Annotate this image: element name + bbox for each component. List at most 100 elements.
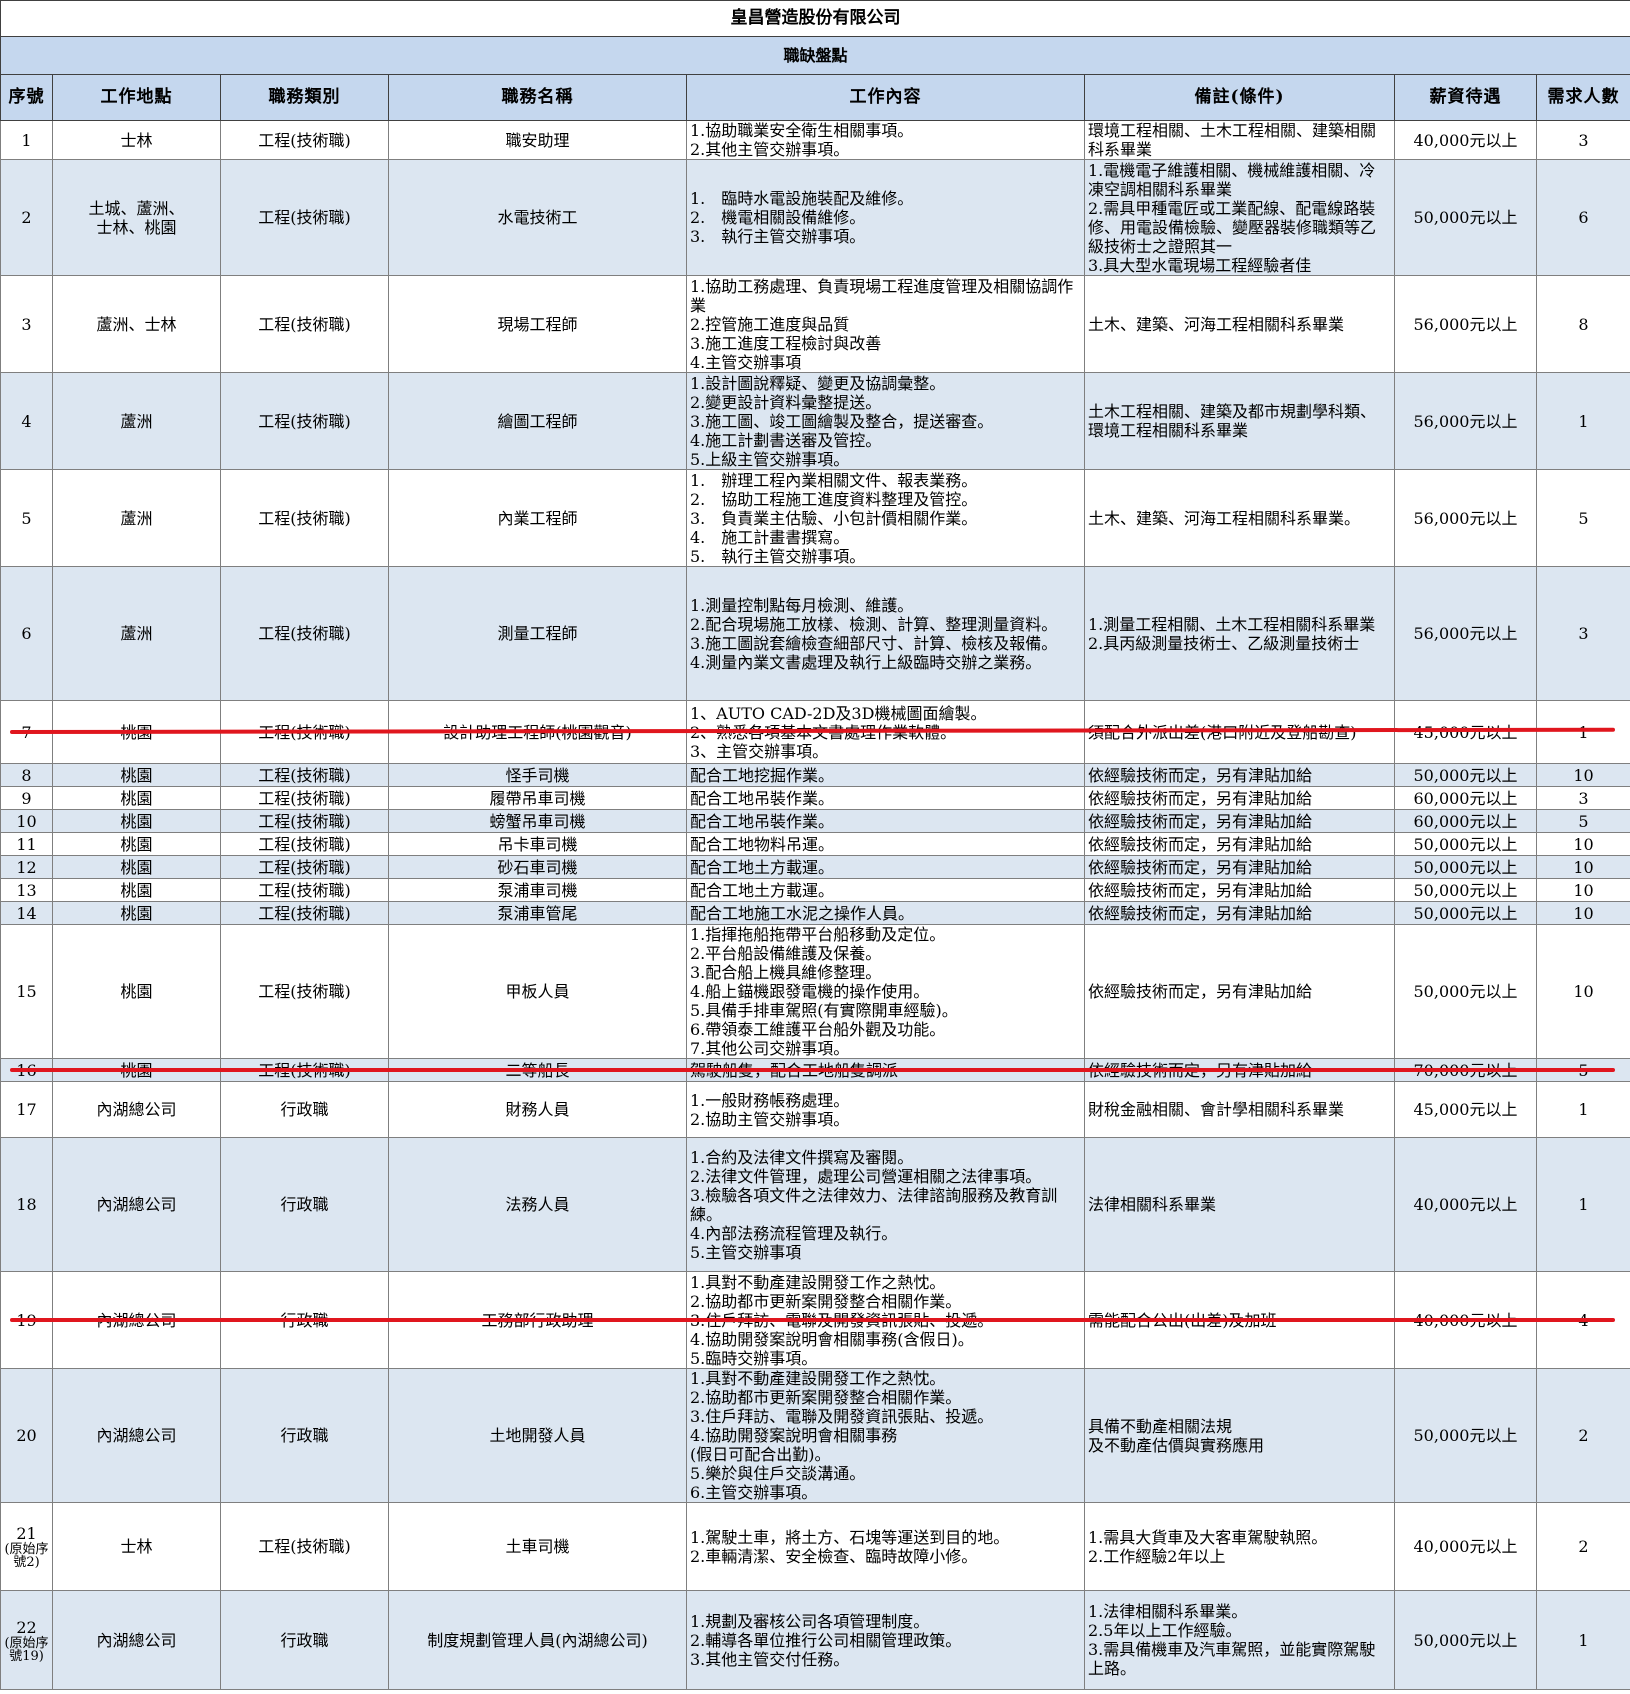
cell-count: 3 (1536, 120, 1630, 160)
cell-job-title: 法務人員 (388, 1137, 687, 1272)
cell-seq: 4 (0, 372, 53, 470)
cell-duties: 配合工地土方載運。 (686, 878, 1085, 902)
table-row: 2 土城、蘆洲、 士林、桃園 工程(技術職) 水電技術工 1. 臨時水電設施裝配及維修。… (0, 159, 1630, 276)
table-row: 9 桃園 工程(技術職) 履帶吊車司機 配合工地吊裝作業。 依經驗技術而定，另有津貼加給 6… (0, 786, 1630, 810)
cell-salary: 60,000元以上 (1394, 786, 1537, 810)
cell-location: 內湖總公司 (52, 1368, 221, 1503)
cell-duties: 配合工地吊裝作業。 (686, 786, 1085, 810)
cell-remarks: 1.電機電子維護相關、機械維護相關、冷凍空調相關科系畢業 2.需具甲種電匠或工業… (1084, 159, 1395, 276)
cell-duties: 配合工地挖掘作業。 (686, 763, 1085, 787)
cell-seq: 17 (0, 1081, 53, 1138)
seq-number: 18 (16, 1195, 37, 1214)
col-header-seq: 序號 (0, 74, 53, 121)
cell-seq: 21 (原始序號2) (0, 1502, 53, 1591)
cell-count: 1 (1536, 700, 1630, 764)
cell-salary: 50,000元以上 (1394, 832, 1537, 856)
seq-number: 8 (21, 765, 32, 785)
cell-category: 工程(技術職) (220, 809, 389, 833)
cell-job-title: 甲板人員 (388, 924, 687, 1059)
cell-count: 5 (1536, 469, 1630, 567)
cell-category: 工程(技術職) (220, 763, 389, 787)
cell-count: 3 (1536, 786, 1630, 810)
cell-count: 1 (1536, 1081, 1630, 1138)
cell-location: 桃園 (52, 855, 221, 879)
cell-category: 工程(技術職) (220, 924, 389, 1059)
cell-count: 10 (1536, 832, 1630, 856)
col-header-category: 職務類別 (220, 74, 389, 121)
seq-number: 4 (21, 411, 32, 431)
seq-original-note: (原始序號2) (4, 1542, 49, 1570)
cell-salary: 56,000元以上 (1394, 469, 1537, 567)
cell-job-title: 水電技術工 (388, 159, 687, 276)
cell-job-title: 現場工程師 (388, 275, 687, 373)
table-row: 13 桃園 工程(技術職) 泵浦車司機 配合工地土方載運。 依經驗技術而定，另有津貼加給 5… (0, 878, 1630, 902)
cell-job-title: 制度規劃管理人員(內湖總公司) (388, 1590, 687, 1690)
seq-number: 10 (16, 811, 37, 831)
cell-job-title: 螃蟹吊車司機 (388, 809, 687, 833)
cell-location: 士林 (52, 120, 221, 160)
seq-number: 13 (16, 880, 37, 900)
cell-seq: 11 (0, 832, 53, 856)
cell-count: 8 (1536, 275, 1630, 373)
cell-category: 工程(技術職) (220, 469, 389, 567)
cell-location: 內湖總公司 (52, 1137, 221, 1272)
cell-category: 工程(技術職) (220, 878, 389, 902)
cell-duties: 1.協助工務處理、負責現場工程進度管理及相關協調作業 2.控管施工進度與品質 3… (686, 275, 1085, 373)
cell-location: 桃園 (52, 763, 221, 787)
cell-category: 工程(技術職) (220, 901, 389, 925)
table-row: 10 桃園 工程(技術職) 螃蟹吊車司機 配合工地吊裝作業。 依經驗技術而定，另有津貼加給… (0, 809, 1630, 833)
seq-number: 1 (21, 130, 32, 150)
cell-count: 10 (1536, 855, 1630, 879)
cell-job-title: 財務人員 (388, 1081, 687, 1138)
cell-location: 內湖總公司 (52, 1590, 221, 1690)
cell-job-title: 泵浦車司機 (388, 878, 687, 902)
col-header-count: 需求人數 (1536, 74, 1630, 121)
cell-category: 工程(技術職) (220, 372, 389, 470)
col-header-remarks: 備註(條件) (1084, 74, 1395, 121)
cell-salary: 50,000元以上 (1394, 924, 1537, 1059)
cell-duties: 1.一般財務帳務處理。 2.協助主管交辦事項。 (686, 1081, 1085, 1138)
cell-salary: 50,000元以上 (1394, 763, 1537, 787)
cell-remarks: 1.法律相關科系畢業。 2.5年以上工作經驗。 3.需具備機車及汽車駕照，並能實… (1084, 1590, 1395, 1690)
seq-number: 2 (21, 208, 32, 227)
cell-category: 工程(技術職) (220, 159, 389, 276)
cell-remarks: 依經驗技術而定，另有津貼加給 (1084, 901, 1395, 925)
cell-seq: 13 (0, 878, 53, 902)
header-row: 序號 工作地點 職務類別 職務名稱 工作內容 備註(條件) 薪資待遇 需求人數 (0, 74, 1630, 121)
cell-duties: 1.具對不動產建設開發工作之熱忱。 2.協助都市更新案開發整合相關作業。 3.住… (686, 1368, 1085, 1503)
cell-remarks: 土木工程相關、建築及都市規劃學科類、環境工程相關科系畢業 (1084, 372, 1395, 470)
cell-salary: 50,000元以上 (1394, 878, 1537, 902)
cell-count: 5 (1536, 809, 1630, 833)
cell-job-title: 吊卡車司機 (388, 832, 687, 856)
cell-remarks: 土木、建築、河海工程相關科系畢業 (1084, 275, 1395, 373)
cell-duties: 1.駕駛土車，將土方、石塊等運送到目的地。 2.車輛清潔、安全檢查、臨時故障小修… (686, 1502, 1085, 1591)
cell-seq: 10 (0, 809, 53, 833)
cell-salary: 45,000元以上 (1394, 1081, 1537, 1138)
cell-remarks: 土木、建築、河海工程相關科系畢業。 (1084, 469, 1395, 567)
cell-salary: 50,000元以上 (1394, 1368, 1537, 1503)
cell-seq: 6 (0, 566, 53, 701)
cell-seq: 15 (0, 924, 53, 1059)
cell-job-title: 繪圖工程師 (388, 372, 687, 470)
cell-seq: 2 (0, 159, 53, 276)
cell-location: 內湖總公司 (52, 1081, 221, 1138)
cell-seq: 3 (0, 275, 53, 373)
seq-number: 12 (16, 857, 37, 877)
cell-location: 桃園 (52, 901, 221, 925)
seq-number: 21 (16, 1524, 37, 1543)
col-header-duties: 工作內容 (686, 74, 1085, 121)
cell-location: 蘆洲 (52, 566, 221, 701)
cell-category: 工程(技術職) (220, 786, 389, 810)
cell-remarks: 依經驗技術而定，另有津貼加給 (1084, 809, 1395, 833)
cell-remarks: 1.測量工程相關、土木工程相關科系畢業 2.具丙級測量技術士、乙級測量技術士 (1084, 566, 1395, 701)
cell-count: 2 (1536, 1368, 1630, 1503)
cell-salary: 56,000元以上 (1394, 372, 1537, 470)
cell-job-title: 內業工程師 (388, 469, 687, 567)
cell-remarks: 依經驗技術而定，另有津貼加給 (1084, 855, 1395, 879)
col-header-location: 工作地點 (52, 74, 221, 121)
cell-duties: 配合工地施工水泥之操作人員。 (686, 901, 1085, 925)
cell-location: 桃園 (52, 878, 221, 902)
cell-seq: 8 (0, 763, 53, 787)
cell-duties: 1.設計圖說釋疑、變更及協調彙整。 2.變更設計資料彙整提送。 3.施工圖、竣工… (686, 372, 1085, 470)
cell-duties: 1.規劃及審核公司各項管理制度。 2.輔導各單位推行公司相關管理政策。 3.其他… (686, 1590, 1085, 1690)
